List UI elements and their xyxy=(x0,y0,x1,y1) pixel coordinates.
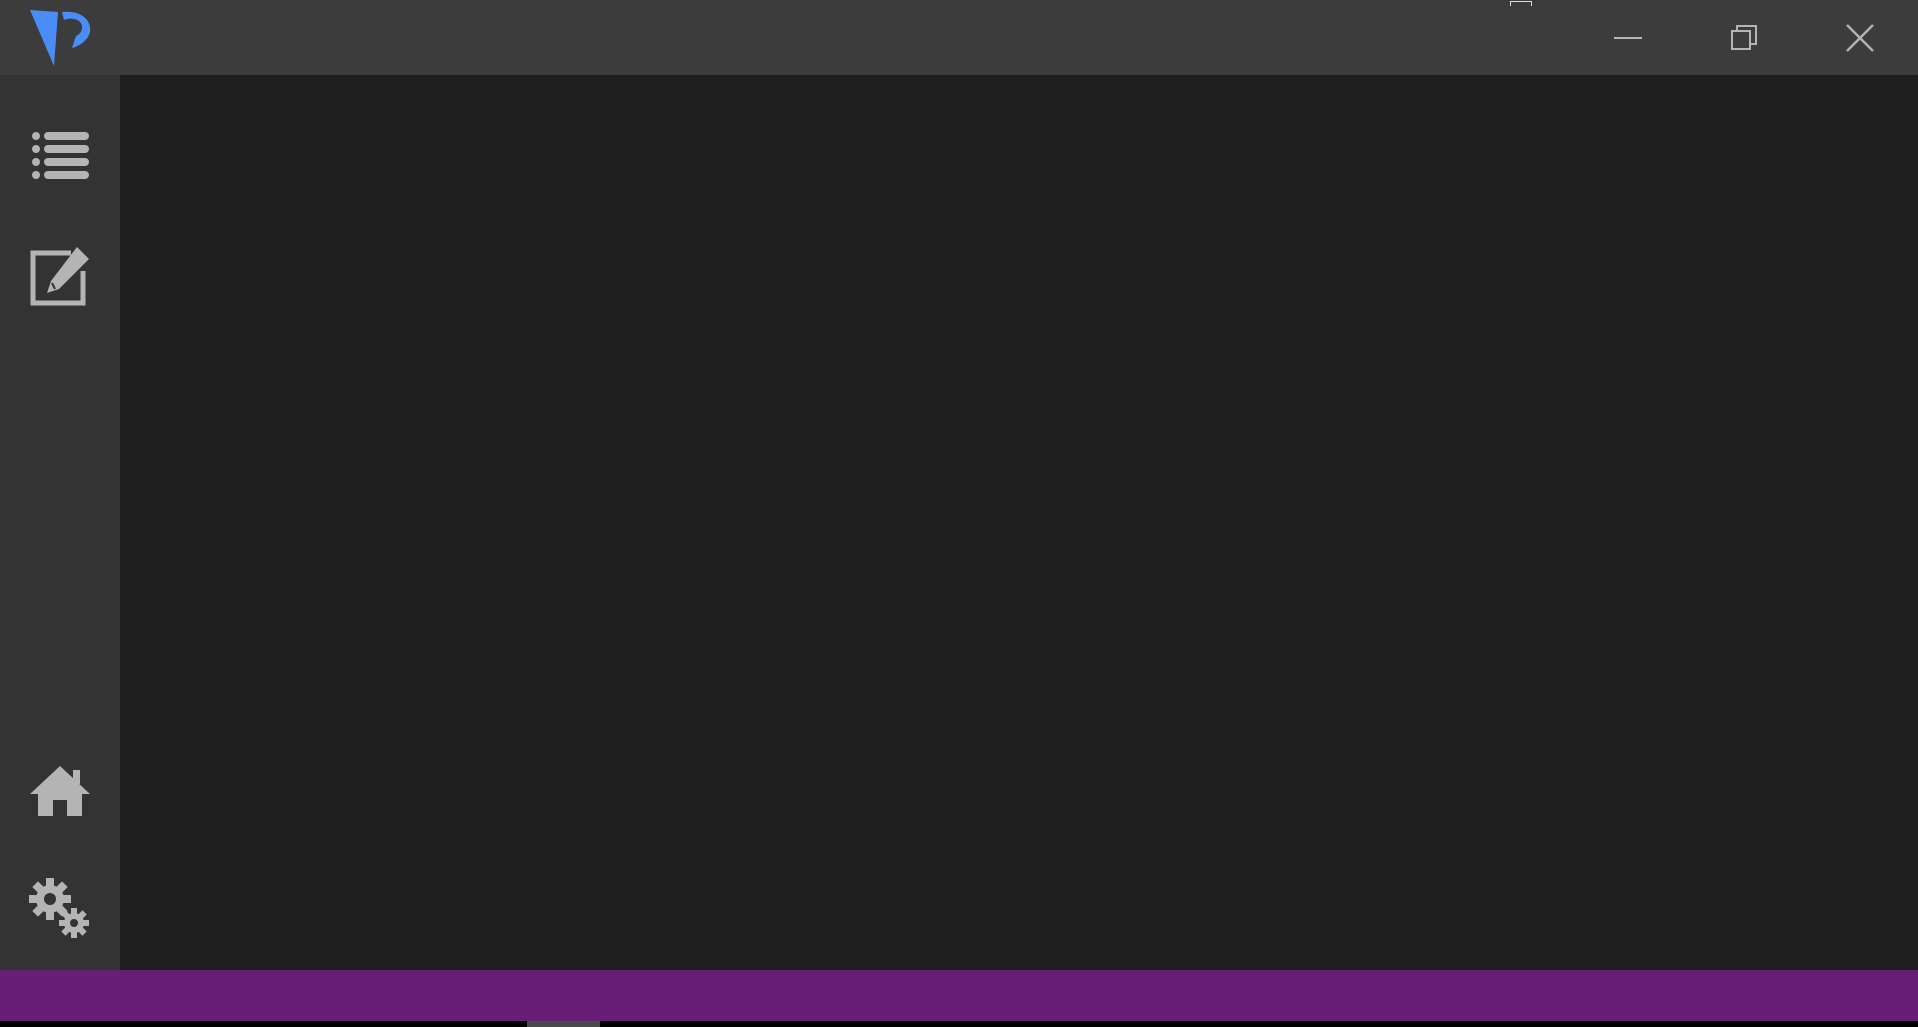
taskbar-strip xyxy=(0,1021,1918,1027)
close-button[interactable] xyxy=(1802,0,1918,75)
main-content-area[interactable] xyxy=(120,75,1918,970)
taskbar-active-tab[interactable] xyxy=(527,1021,600,1027)
minimize-icon xyxy=(1614,36,1642,39)
sidebar xyxy=(0,75,120,970)
restore-button[interactable] xyxy=(1686,0,1802,75)
sidebar-item-home[interactable] xyxy=(0,736,120,846)
title-bar[interactable] xyxy=(0,0,1918,75)
minimize-button[interactable] xyxy=(1570,0,1686,75)
close-icon xyxy=(1846,23,1874,52)
status-bar xyxy=(0,970,1918,1021)
logo-shape-right xyxy=(62,11,91,48)
app-window xyxy=(0,0,1918,1027)
logo-shape-left xyxy=(30,10,58,66)
settings-icon xyxy=(29,878,89,938)
sidebar-item-edit[interactable] xyxy=(0,221,120,331)
app-logo-icon xyxy=(28,6,92,70)
window-controls xyxy=(1570,0,1918,75)
list-icon xyxy=(32,132,89,179)
sidebar-item-settings[interactable] xyxy=(0,854,120,964)
home-icon xyxy=(30,766,90,816)
sidebar-item-list[interactable] xyxy=(0,101,120,211)
taskbar-window-icon[interactable] xyxy=(1510,1,1532,6)
edit-icon xyxy=(30,247,89,306)
restore-icon xyxy=(1731,24,1757,50)
